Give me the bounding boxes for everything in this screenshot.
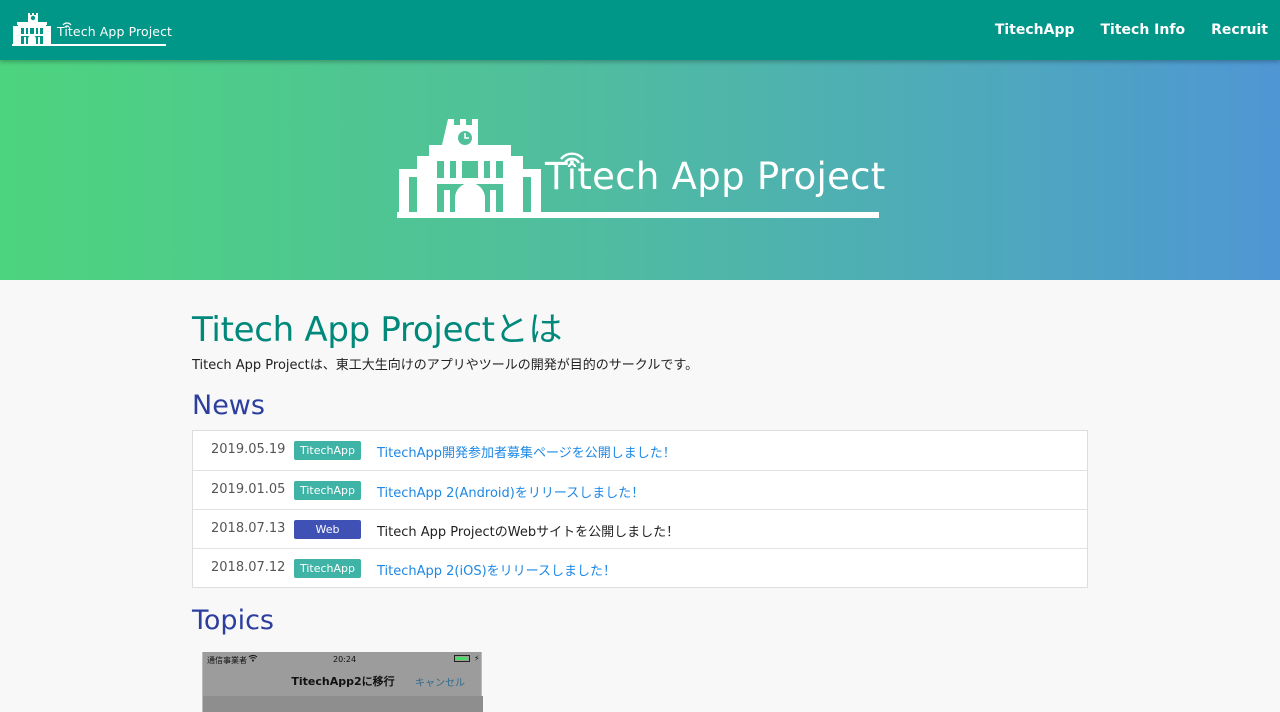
status-time: 20:24 — [333, 655, 357, 664]
hero-banner: Titech App Project — [0, 60, 1280, 280]
news-text: Titech App ProjectのWebサイトを公開しました！ — [377, 525, 680, 540]
news-badge-titechapp: TitechApp — [294, 559, 361, 578]
battery-icon — [454, 655, 470, 662]
news-link[interactable]: TitechApp 2(iOS)をリリースしました！ — [377, 560, 616, 579]
news-date: 2018.07.13 — [211, 521, 286, 536]
topic-screenshot[interactable]: 通信事業者 20:24 ⚡ TitechApp2に移行 キャンセル — [202, 652, 483, 712]
hero-title: Titech App Project — [545, 155, 886, 198]
news-date: 2018.07.12 — [211, 560, 286, 575]
brand-logo-link[interactable]: Titech App Project — [10, 10, 173, 48]
nav-links: TitechApp Titech Info Recruit — [969, 0, 1268, 60]
brand-text: Titech App Project — [57, 24, 173, 39]
about-description: Titech App Projectは、東工大生向けのアプリやツールの開発が目的… — [192, 358, 699, 373]
news-item: 2018.07.12 TitechApp TitechApp 2(iOS)をリリ… — [193, 548, 1087, 587]
charging-icon: ⚡ — [474, 654, 480, 663]
news-item: 2019.01.05 TitechApp TitechApp 2(Android… — [193, 470, 1087, 509]
news-date: 2019.01.05 — [211, 482, 286, 497]
status-bar: 通信事業者 20:24 ⚡ — [203, 652, 483, 666]
news-title: News — [192, 390, 265, 421]
carrier-label: 通信事業者 — [207, 656, 247, 665]
screenshot-content — [203, 696, 483, 712]
screenshot-cancel-button: キャンセル — [415, 678, 465, 689]
news-badge-web: Web — [294, 520, 361, 539]
news-link[interactable]: TitechApp 2(Android)をリリースしました！ — [377, 482, 644, 501]
news-date: 2019.05.19 — [211, 442, 286, 457]
nav-link-titech-info[interactable]: Titech Info — [1101, 22, 1186, 38]
wifi-icon — [248, 655, 258, 662]
news-badge-titechapp: TitechApp — [294, 481, 361, 500]
news-list: 2019.05.19 TitechApp TitechApp開発参加者募集ページ… — [192, 430, 1088, 588]
news-link[interactable]: TitechApp開発参加者募集ページを公開しました！ — [377, 442, 676, 461]
nav-link-recruit[interactable]: Recruit — [1211, 22, 1268, 38]
nav-link-titechapp[interactable]: TitechApp — [995, 22, 1075, 38]
news-badge-titechapp: TitechApp — [294, 441, 361, 460]
topics-title: Topics — [192, 605, 274, 636]
news-item: 2019.05.19 TitechApp TitechApp開発参加者募集ページ… — [193, 431, 1087, 470]
about-title: Titech App Projectとは — [192, 310, 563, 350]
navbar: Titech App Project TitechApp Titech Info… — [0, 0, 1280, 60]
news-item: 2018.07.13 Web Titech App ProjectのWebサイト… — [193, 509, 1087, 548]
